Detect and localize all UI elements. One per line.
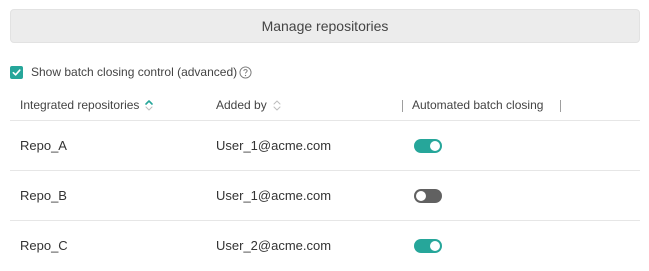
column-header-label: Automated batch closing	[412, 98, 544, 112]
table-row: Repo_A User_1@acme.com	[10, 121, 640, 171]
table-header: Integrated repositories Added by Automat…	[10, 92, 640, 121]
manage-repositories-button[interactable]: Manage repositories	[10, 9, 640, 43]
column-divider[interactable]	[402, 100, 403, 112]
added-by: User_1@acme.com	[216, 188, 332, 203]
batch-closing-label: Show batch closing control (advanced)	[31, 65, 238, 79]
column-header-integrated-repositories[interactable]: Integrated repositories	[20, 98, 154, 112]
batch-closing-checkbox[interactable]	[10, 65, 23, 79]
auto-batch-closing-toggle[interactable]	[414, 139, 442, 153]
sort-both-icon[interactable]	[272, 99, 282, 111]
toggle-knob	[416, 191, 426, 201]
table-row: Repo_C User_2@acme.com	[10, 221, 640, 271]
column-divider[interactable]	[560, 100, 561, 112]
repo-name: Repo_B	[20, 188, 67, 203]
auto-batch-closing-toggle[interactable]	[414, 189, 442, 203]
question-circle-icon[interactable]	[239, 65, 252, 79]
check-icon	[12, 68, 21, 76]
table-row: Repo_B User_1@acme.com	[10, 171, 640, 221]
added-by: User_2@acme.com	[216, 238, 332, 253]
sort-up-icon[interactable]	[144, 99, 154, 111]
batch-closing-control: Show batch closing control (advanced)	[10, 64, 252, 80]
toggle-knob	[430, 241, 440, 251]
column-header-label: Integrated repositories	[20, 98, 140, 112]
auto-batch-closing-toggle[interactable]	[414, 239, 442, 253]
repo-name: Repo_C	[20, 238, 68, 253]
column-header-automated-batch-closing: Automated batch closing	[412, 98, 543, 112]
column-header-label: Added by	[216, 98, 267, 112]
repo-name: Repo_A	[20, 138, 67, 153]
added-by: User_1@acme.com	[216, 138, 332, 153]
column-header-added-by[interactable]: Added by	[216, 98, 282, 112]
toggle-knob	[430, 141, 440, 151]
